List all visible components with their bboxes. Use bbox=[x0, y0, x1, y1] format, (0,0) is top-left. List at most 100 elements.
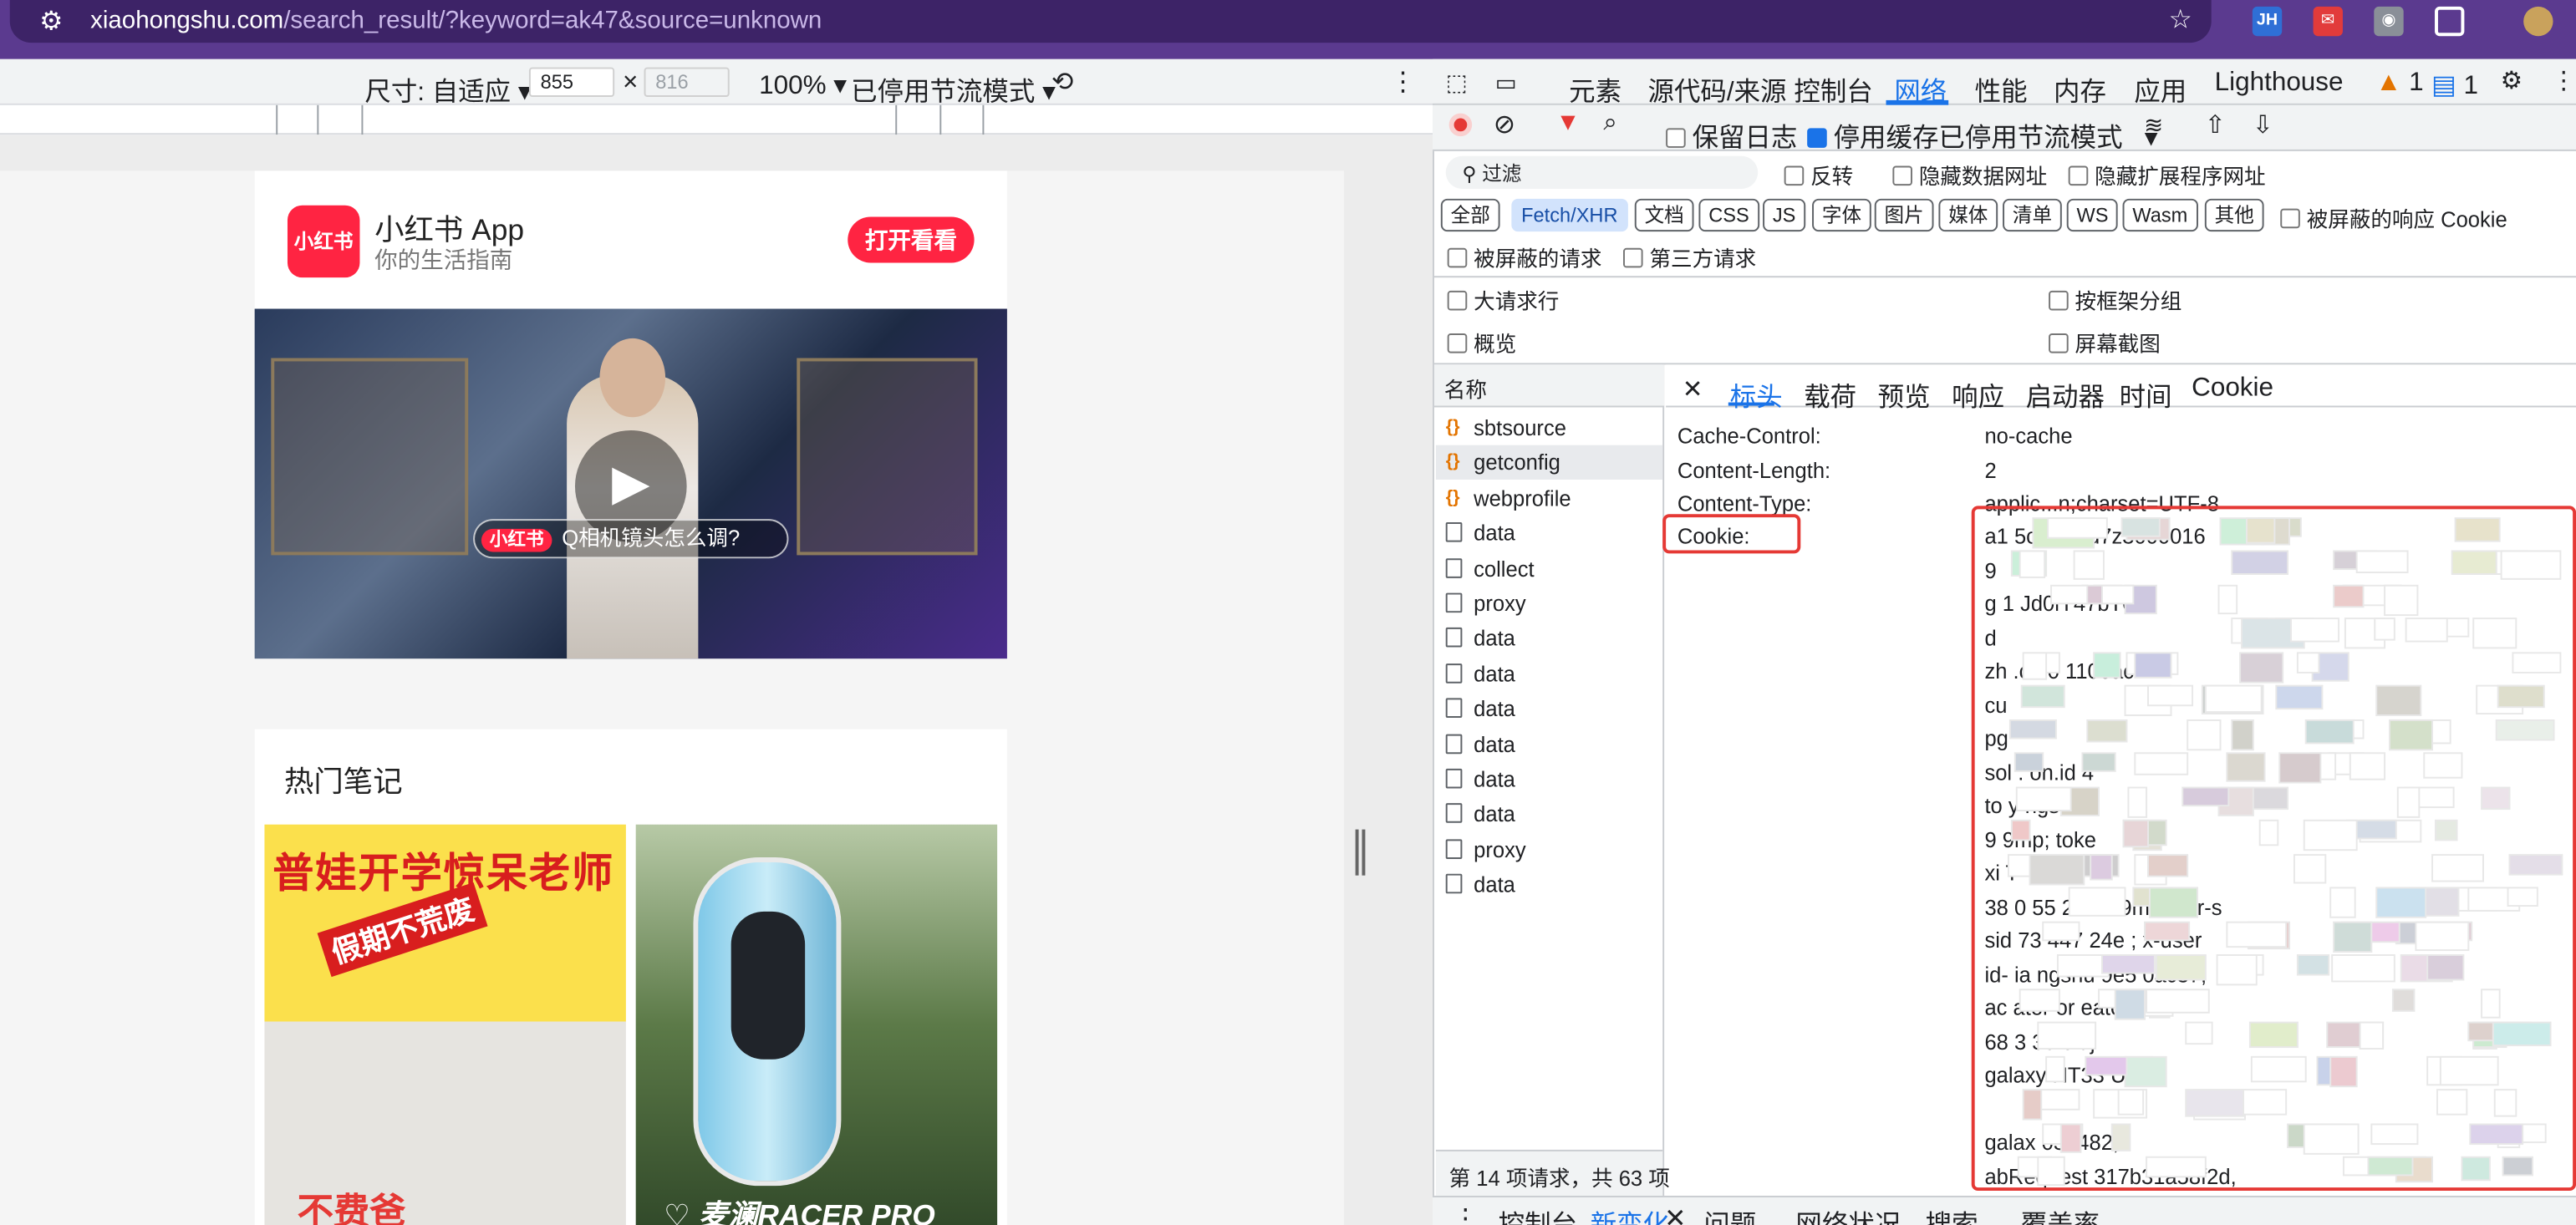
throttle-select[interactable]: 已停用节流模式 ▾ bbox=[851, 69, 1056, 109]
extension-red-icon[interactable]: ✉ bbox=[2313, 6, 2343, 37]
tab-response[interactable]: 响应 bbox=[1952, 374, 2004, 414]
drawer-tab-issues[interactable]: 问题 bbox=[1703, 1202, 1756, 1225]
header-key: Cache-Control: bbox=[1677, 424, 1821, 449]
type-filter-fetch-xhr[interactable]: Fetch/XHR bbox=[1511, 198, 1628, 232]
type-filter-wasm[interactable]: Wasm bbox=[2122, 198, 2198, 232]
dimension-times: × bbox=[622, 69, 639, 97]
settings-gear-icon[interactable]: ⚙ bbox=[2501, 66, 2523, 95]
import-har-icon[interactable]: ⇧ bbox=[2205, 110, 2226, 140]
drawer-tab-network-conditions[interactable]: 网络状况 bbox=[1795, 1202, 1901, 1225]
request-row[interactable]: data bbox=[1436, 692, 1662, 726]
request-row[interactable]: data bbox=[1436, 516, 1662, 551]
tab-application[interactable]: 应用 bbox=[2134, 69, 2187, 109]
type-filter-js[interactable]: JS bbox=[1763, 198, 1806, 232]
preserve-log-checkbox[interactable]: 保留日志 bbox=[1666, 115, 1797, 155]
drawer-menu-icon[interactable]: ⋮ bbox=[1453, 1202, 1479, 1225]
tab-payload[interactable]: 载荷 bbox=[1804, 374, 1856, 414]
device-width-input[interactable]: 855 bbox=[528, 67, 615, 97]
type-filter-img[interactable]: 图片 bbox=[1874, 198, 1934, 232]
blocked-requests-checkbox[interactable]: 被屏蔽的请求 bbox=[1447, 241, 1601, 272]
filter-icon[interactable]: ▼ bbox=[1555, 109, 1580, 136]
type-filter-ws[interactable]: WS bbox=[2066, 198, 2119, 232]
request-row[interactable]: data bbox=[1436, 727, 1662, 761]
request-row[interactable]: proxy bbox=[1436, 587, 1662, 621]
request-row[interactable]: data bbox=[1436, 622, 1662, 656]
request-row[interactable]: {} getconfig bbox=[1435, 445, 1663, 480]
request-row[interactable]: proxy bbox=[1436, 832, 1662, 867]
video-shelf bbox=[271, 358, 469, 556]
search-icon[interactable]: ⌕ bbox=[1603, 109, 1617, 136]
type-filter-all[interactable]: 全部 bbox=[1440, 198, 1500, 232]
warning-count[interactable]: ▲ 1 bbox=[2375, 69, 2423, 99]
zoom-select[interactable]: 100% ▾ bbox=[759, 69, 847, 102]
clear-icon[interactable]: ⊘ bbox=[1494, 109, 1515, 141]
request-row[interactable]: data bbox=[1436, 867, 1662, 902]
type-filter-css[interactable]: CSS bbox=[1698, 198, 1759, 232]
message-count[interactable]: ▤ 1 bbox=[2431, 69, 2478, 102]
request-row[interactable]: {} webprofile bbox=[1436, 481, 1662, 516]
drawer-tab-changes[interactable]: 新变化 bbox=[1591, 1202, 1669, 1225]
open-app-button[interactable]: 打开看看 bbox=[848, 216, 975, 263]
tab-console[interactable]: 控制台 bbox=[1794, 69, 1872, 109]
type-filter-doc[interactable]: 文档 bbox=[1634, 198, 1694, 232]
group-by-frame-checkbox[interactable]: 按框架分组 bbox=[2049, 284, 2181, 315]
tab-preview[interactable]: 预览 bbox=[1878, 374, 1931, 414]
network-conditions-icon[interactable]: ≋ bbox=[2144, 112, 2163, 140]
tab-sources[interactable]: 源代码/来源 bbox=[1647, 69, 1786, 109]
request-row[interactable]: {} sbtsource bbox=[1436, 410, 1662, 445]
name-column-header[interactable]: 名称 bbox=[1433, 364, 1665, 408]
extension-jh-icon[interactable]: JH bbox=[2252, 6, 2283, 37]
inspect-element-icon[interactable]: ⬚ bbox=[1446, 69, 1468, 97]
bookmark-star-icon[interactable]: ☆ bbox=[2169, 3, 2192, 36]
tab-headers[interactable]: 标头 bbox=[1730, 374, 1783, 414]
third-party-checkbox[interactable]: 第三方请求 bbox=[1623, 241, 1756, 272]
document-icon bbox=[1445, 628, 1463, 648]
more-options-icon[interactable]: ⋮ bbox=[1390, 66, 1416, 99]
type-filter-other[interactable]: 其他 bbox=[2204, 198, 2264, 232]
type-filter-media[interactable]: 媒体 bbox=[1938, 198, 1998, 232]
device-toggle-icon[interactable]: ▭ bbox=[1495, 69, 1517, 97]
tab-memory[interactable]: 内存 bbox=[2054, 69, 2106, 109]
network-throttle-select[interactable]: 已停用节流模式 ▾ bbox=[1938, 115, 2157, 155]
tab-performance[interactable]: 性能 bbox=[1975, 69, 2028, 109]
big-rows-checkbox[interactable]: 大请求行 bbox=[1447, 284, 1559, 315]
type-filter-font[interactable]: 字体 bbox=[1812, 198, 1871, 232]
rotate-icon[interactable]: ⟲ bbox=[1051, 66, 1073, 99]
hide-extension-urls-checkbox[interactable]: 隐藏扩展程序网址 bbox=[2068, 160, 2266, 191]
tab-initiator[interactable]: 启动器 bbox=[2026, 374, 2105, 414]
tab-timing[interactable]: 时间 bbox=[2120, 374, 2172, 414]
resize-handle[interactable] bbox=[1355, 829, 1366, 876]
disable-cache-checkbox[interactable]: 停用缓存 bbox=[1807, 115, 1938, 155]
tab-lighthouse[interactable]: Lighthouse bbox=[2215, 69, 2344, 99]
request-row[interactable]: data bbox=[1436, 657, 1662, 691]
request-row[interactable]: collect bbox=[1436, 552, 1662, 586]
type-filter-manifest[interactable]: 清单 bbox=[2003, 198, 2062, 232]
drawer-tab-coverage[interactable]: 覆盖率 bbox=[2021, 1202, 2100, 1225]
device-height-input[interactable]: 816 bbox=[644, 67, 730, 97]
tab-elements[interactable]: 元素 bbox=[1569, 69, 1621, 109]
blocked-cookies-checkbox[interactable]: 被屏蔽的响应 Cookie bbox=[2280, 202, 2507, 233]
profile-avatar[interactable] bbox=[2523, 6, 2553, 37]
export-har-icon[interactable]: ⇩ bbox=[2253, 110, 2273, 140]
screenshots-checkbox[interactable]: 屏幕截图 bbox=[2049, 327, 2161, 358]
overview-checkbox[interactable]: 概览 bbox=[1447, 327, 1516, 358]
camera-icon[interactable]: ◉ bbox=[2374, 6, 2404, 37]
url-text[interactable]: xiaohongshu.com/search_result/?keyword=a… bbox=[90, 7, 822, 34]
invert-checkbox[interactable]: 反转 bbox=[1784, 160, 1853, 191]
filter-input[interactable]: ⚲ 过滤 bbox=[1445, 155, 1759, 190]
hide-data-urls-checkbox[interactable]: 隐藏数据网址 bbox=[1892, 160, 2047, 191]
close-detail-icon[interactable]: ✕ bbox=[1683, 374, 1703, 404]
request-row[interactable]: data bbox=[1436, 797, 1662, 831]
drawer-tab-console[interactable]: 控制台 bbox=[1499, 1202, 1577, 1225]
request-row[interactable]: data bbox=[1436, 762, 1662, 796]
devtools-menu-icon[interactable]: ⋮ bbox=[2552, 66, 2576, 95]
tab-cookies[interactable]: Cookie bbox=[2192, 374, 2273, 404]
charger-screen bbox=[731, 911, 806, 1060]
divider bbox=[1433, 276, 2576, 278]
record-icon[interactable] bbox=[1448, 113, 1473, 137]
site-settings-icon[interactable]: ⚙ bbox=[39, 5, 63, 38]
device-size-select[interactable]: 尺寸: 自适应 ▾ bbox=[364, 69, 531, 109]
extensions-puzzle-icon[interactable] bbox=[2435, 6, 2465, 37]
drawer-close-icon[interactable]: ✕ bbox=[1664, 1202, 1686, 1225]
drawer-tab-search[interactable]: 搜索 bbox=[1926, 1202, 1978, 1225]
